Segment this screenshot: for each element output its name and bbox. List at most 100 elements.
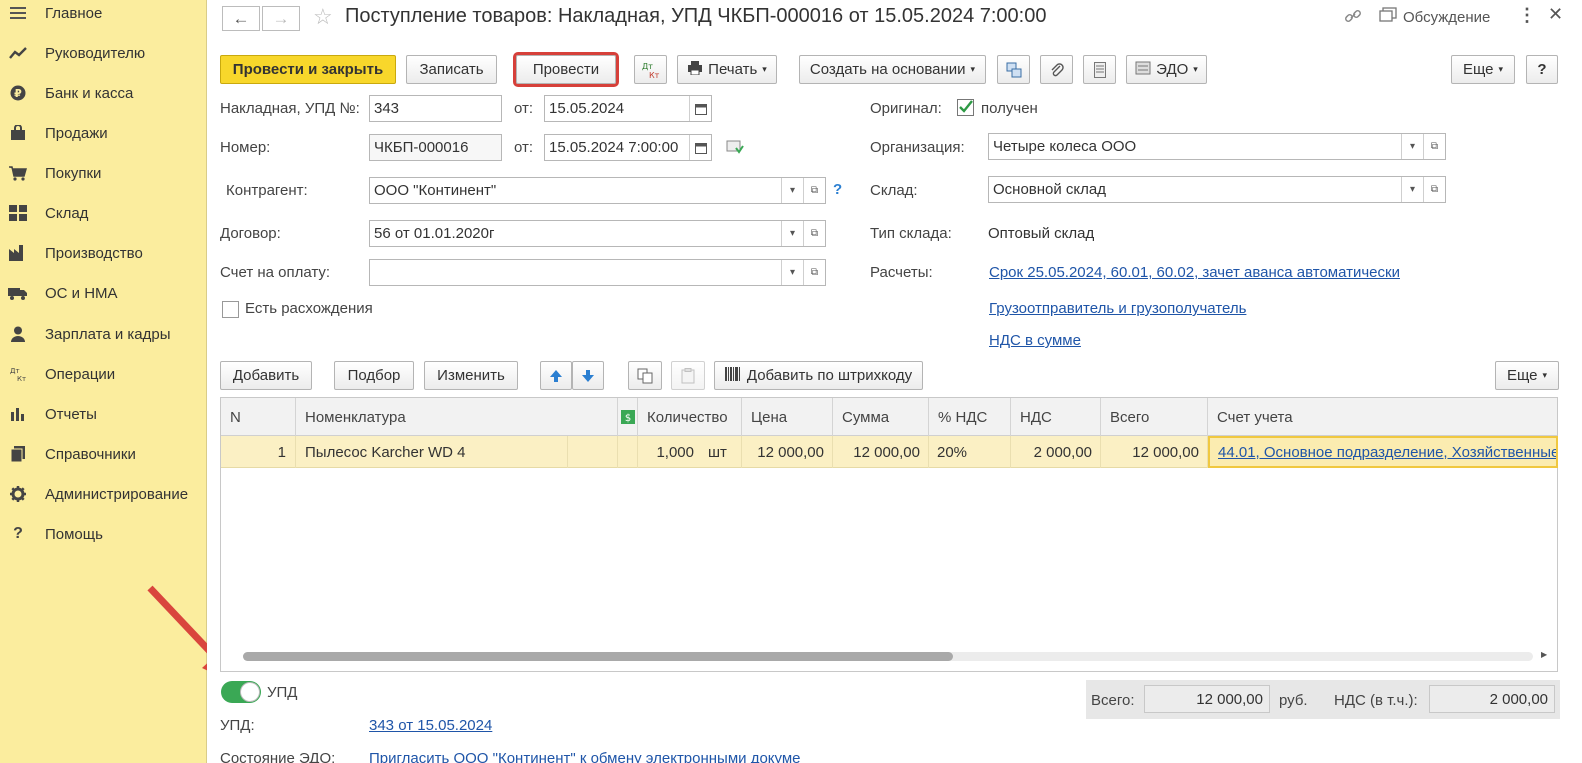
totals-panel: Всего: 12 000,00 руб. НДС (в т.ч.): 2 00… — [1086, 680, 1560, 719]
dropdown-arrow-icon[interactable]: ▾ — [781, 260, 803, 285]
dropdown-arrow-icon[interactable]: ▾ — [1401, 177, 1423, 202]
sidebar-item-catalogs[interactable]: Справочники — [0, 434, 207, 474]
save-button[interactable]: Записать — [406, 55, 497, 84]
column-header-vat[interactable]: НДС — [1011, 398, 1101, 436]
sidebar-item-bank[interactable]: ₽ Банк и касса — [0, 73, 207, 113]
column-header-sum[interactable]: Сумма — [833, 398, 929, 436]
sidebar-item-label: Главное — [45, 4, 103, 22]
open-icon[interactable]: ⧉ — [1423, 134, 1445, 159]
open-icon[interactable]: ⧉ — [803, 221, 825, 246]
number-input[interactable]: ЧКБП-000016 — [369, 134, 502, 161]
sidebar-item-sales[interactable]: Продажи — [0, 113, 207, 153]
calendar-icon[interactable] — [689, 135, 711, 160]
discrepancy-checkbox[interactable] — [222, 301, 239, 318]
scroll-right-icon[interactable]: ▶ — [1541, 650, 1547, 659]
report-button[interactable] — [1083, 55, 1116, 84]
column-header-vat-rate[interactable]: % НДС — [929, 398, 1011, 436]
print-button[interactable]: Печать ▾ — [677, 55, 777, 84]
favorite-star-icon[interactable]: ☆ — [313, 4, 333, 30]
dropdown-arrow-icon[interactable]: ▾ — [781, 221, 803, 246]
dropdown-arrow-icon[interactable]: ▾ — [1401, 134, 1423, 159]
open-icon[interactable]: ⧉ — [1423, 177, 1445, 202]
close-icon[interactable]: ✕ — [1548, 4, 1563, 25]
sidebar-item-reports[interactable]: Отчеты — [0, 394, 207, 434]
contract-input[interactable]: 56 от 01.01.2020г ▾ ⧉ — [369, 220, 826, 247]
table-more-button[interactable]: Еще ▾ — [1495, 361, 1559, 390]
sidebar-item-warehouse[interactable]: Склад — [0, 193, 207, 233]
cell-quantity[interactable]: 1,000 — [638, 436, 702, 468]
counterparty-input[interactable]: ООО "Континент" ▾ ⧉ — [369, 177, 826, 204]
pick-button[interactable]: Подбор — [334, 361, 414, 390]
column-header-n[interactable]: N — [221, 398, 296, 436]
dropdown-arrow-icon[interactable]: ▾ — [781, 178, 803, 203]
column-header-account[interactable]: Счет учета — [1208, 398, 1558, 436]
calendar-icon[interactable] — [689, 96, 711, 121]
sidebar-item-assets[interactable]: ОС и НМА — [0, 273, 207, 313]
cell-vat-rate[interactable]: 20% — [929, 436, 1011, 468]
edo-button[interactable]: ЭДО ▾ — [1126, 55, 1207, 84]
move-up-button[interactable] — [540, 361, 572, 390]
vat-total-label: НДС (в т.ч.): — [1334, 692, 1418, 709]
add-by-barcode-button[interactable]: Добавить по штрихкоду — [714, 361, 923, 390]
dt-kt-button[interactable]: Дт Кт — [634, 55, 667, 84]
account-link[interactable]: 44.01, Основное подразделение, Хозяйстве… — [1218, 444, 1556, 461]
column-header-quantity[interactable]: Количество — [638, 398, 742, 436]
copy-row-button[interactable] — [628, 361, 662, 390]
discussion-button[interactable]: Обсуждение — [1379, 7, 1490, 27]
sidebar-item-salary[interactable]: Зарплата и кадры — [0, 314, 207, 354]
sidebar-item-admin[interactable]: Администрирование — [0, 474, 207, 514]
create-based-button[interactable]: Создать на основании ▾ — [799, 55, 986, 84]
scrollbar-thumb[interactable] — [243, 652, 953, 661]
cell-price[interactable]: 12 000,00 — [742, 436, 833, 468]
post-button[interactable]: Провести — [513, 52, 619, 87]
back-button[interactable]: ← — [222, 6, 260, 31]
upd-link[interactable]: 343 от 15.05.2024 — [369, 717, 492, 734]
cell-item[interactable]: Пылесос Karcher WD 4 — [296, 436, 568, 468]
attach-button[interactable] — [1040, 55, 1073, 84]
link-icon[interactable] — [1344, 7, 1362, 25]
edo-state-link[interactable]: Пригласить ООО "Континент" к обмену элек… — [369, 750, 801, 763]
sidebar-item-production[interactable]: Производство — [0, 233, 207, 273]
forward-button[interactable]: → — [262, 6, 300, 31]
paste-button[interactable] — [671, 361, 705, 390]
help-button[interactable]: ? — [1526, 55, 1558, 84]
add-row-button[interactable]: Добавить — [220, 361, 312, 390]
column-header-total[interactable]: Всего — [1101, 398, 1208, 436]
column-header-mark[interactable]: $ — [618, 398, 638, 436]
cell-item-extra[interactable] — [568, 436, 618, 468]
sidebar-item-purchases[interactable]: Покупки — [0, 153, 207, 193]
payment-input[interactable]: ▾ ⧉ — [369, 259, 826, 286]
number-date-input[interactable]: 15.05.2024 7:00:00 — [544, 134, 712, 161]
post-and-close-button[interactable]: Провести и закрыть — [220, 55, 396, 84]
more-vertical-icon[interactable]: ⋮ — [1518, 5, 1536, 26]
cell-account[interactable]: 44.01, Основное подразделение, Хозяйстве… — [1208, 436, 1558, 468]
sidebar-item-label: Администрирование — [45, 485, 189, 503]
invoice-number-input[interactable]: 343 — [369, 95, 502, 122]
open-icon[interactable]: ⧉ — [803, 260, 825, 285]
move-down-button[interactable] — [572, 361, 604, 390]
cell-vat[interactable]: 2 000,00 — [1011, 436, 1101, 468]
settlements-link[interactable]: Срок 25.05.2024, 60.01, 60.02, зачет ава… — [989, 264, 1400, 281]
history-icon[interactable] — [726, 139, 744, 159]
sidebar-item-manager[interactable]: Руководителю — [0, 33, 207, 73]
open-icon[interactable]: ⧉ — [803, 178, 825, 203]
sidebar-item-operations[interactable]: Дт Кт Операции — [0, 354, 207, 394]
structure-button[interactable] — [997, 55, 1030, 84]
table-row[interactable]: 1 Пылесос Karcher WD 4 1,000 шт 12 000,0… — [221, 436, 1558, 468]
column-header-price[interactable]: Цена — [742, 398, 833, 436]
upd-toggle[interactable] — [221, 681, 261, 703]
help-question-icon[interactable]: ? — [833, 181, 842, 198]
original-checkbox[interactable] — [957, 99, 974, 116]
sidebar-item-help[interactable]: ? Помощь — [0, 514, 207, 554]
vat-in-sum-link[interactable]: НДС в сумме — [989, 332, 1081, 349]
warehouse-input[interactable]: Основной склад ▾ ⧉ — [988, 176, 1446, 203]
organization-input[interactable]: Четыре колеса ООО ▾ ⧉ — [988, 133, 1446, 160]
column-header-item[interactable]: Номенклатура — [296, 398, 618, 436]
paperclip-icon — [1051, 62, 1064, 76]
edit-button[interactable]: Изменить — [424, 361, 518, 390]
more-button[interactable]: Еще ▾ — [1451, 55, 1515, 84]
invoice-date-input[interactable]: 15.05.2024 — [544, 95, 712, 122]
shipper-consignee-link[interactable]: Грузоотправитель и грузополучатель — [989, 300, 1246, 317]
cell-sum[interactable]: 12 000,00 — [833, 436, 929, 468]
sidebar-item-main[interactable]: Главное — [0, 0, 207, 33]
